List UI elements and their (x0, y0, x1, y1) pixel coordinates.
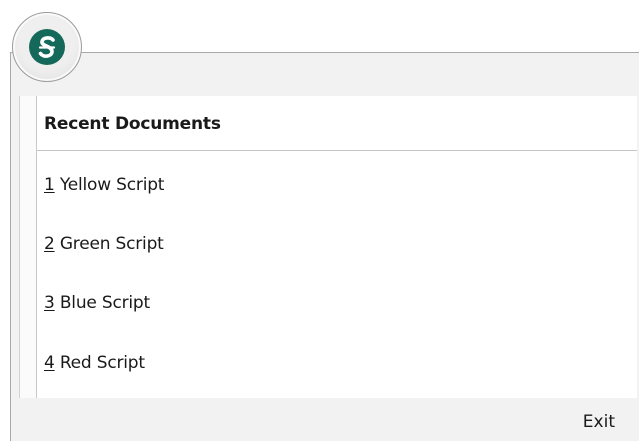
recent-documents-panel: Recent Documents 1 Yellow Script 2 Green… (36, 96, 637, 398)
app-s-logo-icon (29, 29, 65, 65)
item-label: Green Script (54, 234, 164, 254)
menu-left-strip (19, 96, 36, 398)
heading-divider (37, 150, 637, 151)
recent-document-item[interactable]: 3 Blue Script (44, 289, 364, 317)
recent-document-item[interactable]: 2 Green Script (44, 230, 364, 258)
item-label: Blue Script (54, 293, 150, 313)
item-number: 2 (44, 234, 55, 254)
recent-document-item[interactable]: 4 Red Script (44, 349, 364, 377)
exit-button[interactable]: Exit (583, 412, 615, 432)
recent-document-item[interactable]: 1 Yellow Script (44, 171, 364, 199)
recent-documents-heading: Recent Documents (44, 114, 221, 134)
item-number: 4 (44, 353, 55, 373)
item-number: 3 (44, 293, 55, 313)
item-label: Red Script (54, 353, 145, 373)
item-number: 1 (44, 175, 55, 195)
item-label: Yellow Script (54, 175, 165, 195)
app-menu-button[interactable] (12, 12, 82, 82)
